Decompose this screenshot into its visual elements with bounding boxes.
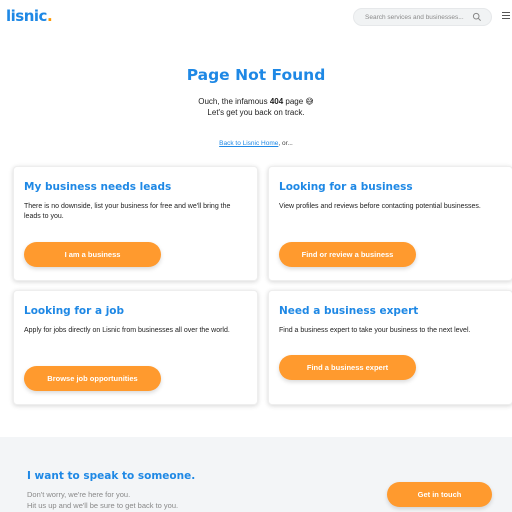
card-looking-for-job: Looking for a job Apply for jobs directl… <box>13 290 258 405</box>
card-business-leads: My business needs leads There is no down… <box>13 166 258 281</box>
browse-jobs-button[interactable]: Browse job opportunities <box>24 366 161 391</box>
error-message: Ouch, the infamous 404 page 😅 <box>0 97 512 106</box>
card-text: There is no downside, list your business… <box>24 203 231 220</box>
card-text: Apply for jobs directly on Lisnic from b… <box>24 327 230 334</box>
card-title: Looking for a job <box>24 305 125 317</box>
card-title: Looking for a business <box>279 181 413 193</box>
card-title: Need a business expert <box>279 305 419 317</box>
hamburger-menu-icon[interactable] <box>502 12 510 20</box>
contact-section: I want to speak to someone. Don't worry,… <box>0 437 512 512</box>
error-code: 404 <box>269 97 284 106</box>
error-subtext: Let's get you back on track. <box>207 108 305 117</box>
back-home-link[interactable]: Back to Lisnic Home <box>219 140 278 147</box>
find-or-review-business-button[interactable]: Find or review a business <box>279 242 416 267</box>
i-am-a-business-button[interactable]: I am a business <box>24 242 161 267</box>
search-input[interactable] <box>365 9 473 25</box>
search-icon[interactable] <box>472 12 482 22</box>
contact-line-1: Don't worry, we're here for you. <box>27 490 131 499</box>
error-message-suffix: page 😅 <box>283 97 314 106</box>
card-looking-for-business: Looking for a business View profiles and… <box>268 166 512 281</box>
error-message-prefix: Ouch, the infamous <box>198 97 270 106</box>
contact-line-2: Hit us up and we'll be sure to get back … <box>27 501 179 510</box>
card-text: Find a business expert to take your busi… <box>279 327 471 334</box>
logo-dot: . <box>46 7 53 25</box>
get-in-touch-button[interactable]: Get in touch <box>387 482 492 507</box>
find-business-expert-button[interactable]: Find a business expert <box>279 355 416 380</box>
logo-text: lisnic <box>6 7 47 25</box>
back-home-suffix: , or... <box>278 140 293 147</box>
card-text: View profiles and reviews before contact… <box>279 203 481 210</box>
site-header: lisnic. <box>0 0 512 36</box>
card-business-expert: Need a business expert Find a business e… <box>268 290 512 405</box>
page-title: Page Not Found <box>186 66 326 84</box>
search-bar[interactable] <box>353 8 492 26</box>
card-title: My business needs leads <box>24 181 172 193</box>
contact-title: I want to speak to someone. <box>27 470 196 482</box>
logo[interactable]: lisnic. <box>6 7 53 25</box>
back-home-row: Back to Lisnic Home, or... <box>0 140 512 147</box>
